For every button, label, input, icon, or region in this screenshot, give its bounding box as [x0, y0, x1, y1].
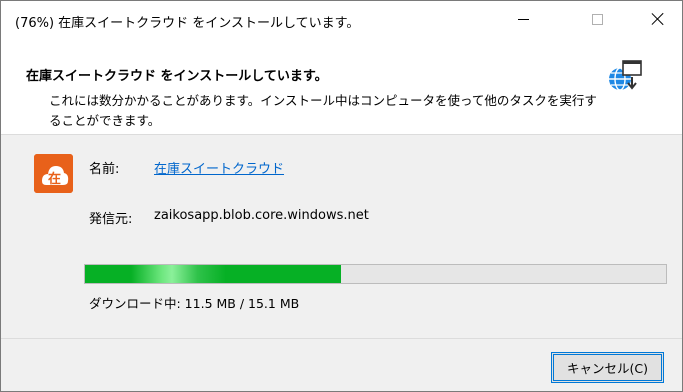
minimize-button[interactable]	[500, 1, 546, 37]
publisher-label: 発信元:	[89, 212, 133, 227]
header-panel: 在庫スイートクラウド をインストールしています。 これには数分かかることがありま…	[1, 39, 682, 135]
close-icon	[651, 12, 665, 26]
name-label: 名前:	[89, 162, 120, 177]
close-button[interactable]	[635, 1, 681, 37]
title-bar[interactable]: (76%) 在庫スイートクラウド をインストールしています。	[1, 1, 682, 39]
maximize-icon	[591, 13, 603, 25]
header-description: これには数分かかることがあります。インストール中はコンピュータを使って他のタスク…	[49, 93, 597, 128]
svg-text:在: 在	[48, 171, 61, 187]
minimize-icon	[517, 18, 529, 20]
app-name-link[interactable]: 在庫スイートクラウド	[154, 158, 284, 177]
window-title: (76%) 在庫スイートクラウド をインストールしています。	[15, 16, 360, 31]
maximize-button[interactable]	[574, 1, 620, 37]
download-status: ダウンロード中: 11.5 MB / 15.1 MB	[89, 296, 300, 311]
publisher-value: zaikosapp.blob.core.windows.net	[154, 208, 369, 223]
progress-fill	[85, 265, 341, 283]
install-details: 在 名前: 在庫スイートクラウド 発信元: zaikosapp.blob.cor…	[1, 135, 682, 338]
zaiko-app-icon: 在	[34, 154, 73, 193]
footer-panel: キャンセル(C)	[1, 339, 682, 391]
install-dialog: (76%) 在庫スイートクラウド をインストールしています。 在庫スイートクラウ…	[0, 0, 683, 392]
globe-install-icon	[609, 60, 642, 91]
download-progress-bar	[84, 264, 667, 284]
cancel-button[interactable]: キャンセル(C)	[551, 352, 664, 383]
header-title: 在庫スイートクラウド をインストールしています。	[26, 69, 328, 84]
